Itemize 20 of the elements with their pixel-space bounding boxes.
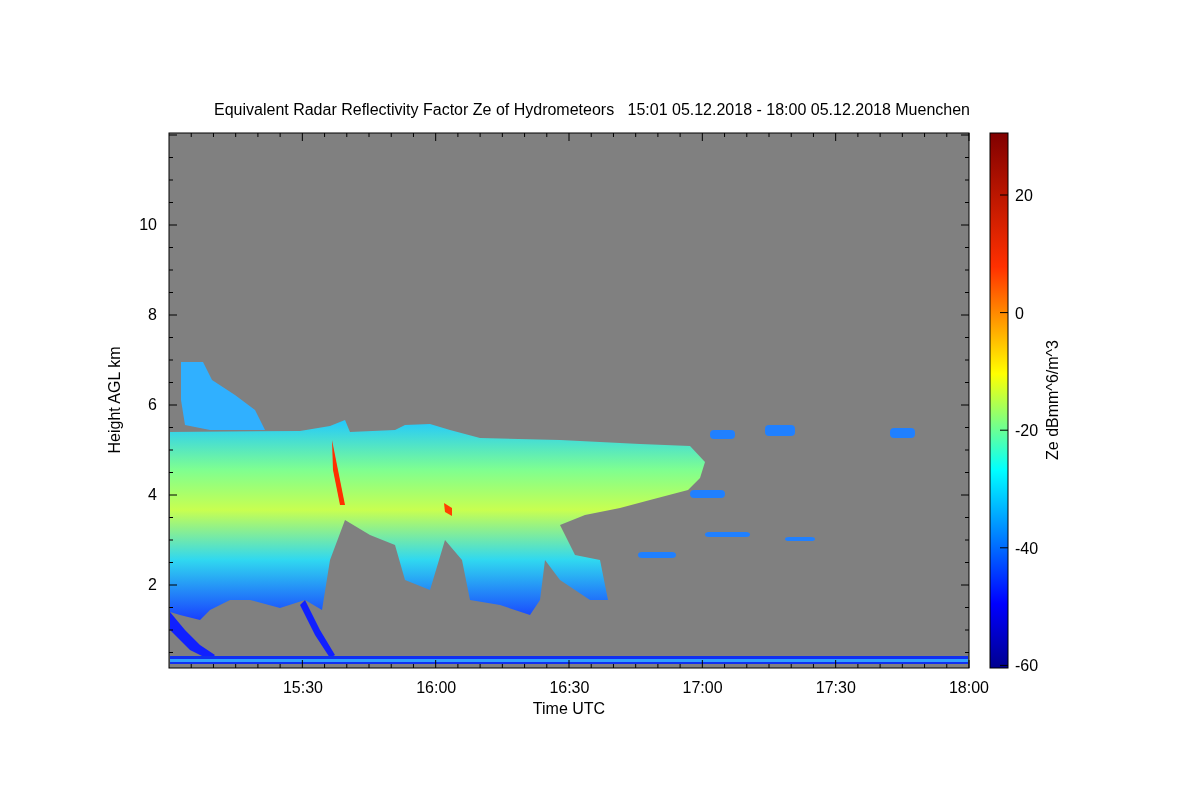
colorbar-tick-label: 0 <box>1015 304 1024 322</box>
y-tick-label: 8 <box>148 306 157 323</box>
x-tick-label: 17:00 <box>682 679 723 696</box>
chart-title: Equivalent Radar Reflectivity Factor Ze of Hydrometeors 15:01 05.12.2018 - 18:00 05.12.2018 Muenchen <box>214 101 970 118</box>
x-tick-label: 17:30 <box>815 679 856 696</box>
y-tick-label: 2 <box>148 576 157 593</box>
colorbar-tick-label: -60 <box>1015 657 1039 675</box>
x-tick-label: 15:30 <box>283 679 323 696</box>
y-tick-label: 4 <box>148 486 157 503</box>
x-tick-label: 16:00 <box>416 679 457 696</box>
colorbar-label: Ze dBmm^6/m^3 <box>1044 340 1061 460</box>
y-tick-label: 10 <box>139 216 157 233</box>
colorbar-tick-label: -20 <box>1015 422 1039 440</box>
colorbar-tick-label: -40 <box>1015 539 1039 557</box>
y-axis-label: Height AGL km <box>106 346 123 454</box>
x-tick-label: 16:30 <box>549 679 590 696</box>
x-tick-label: 18:00 <box>949 679 989 696</box>
y-tick-label: 6 <box>148 396 157 413</box>
x-axis-label: Time UTC <box>532 700 606 717</box>
colorbar-tick-label: 20 <box>1015 187 1033 204</box>
